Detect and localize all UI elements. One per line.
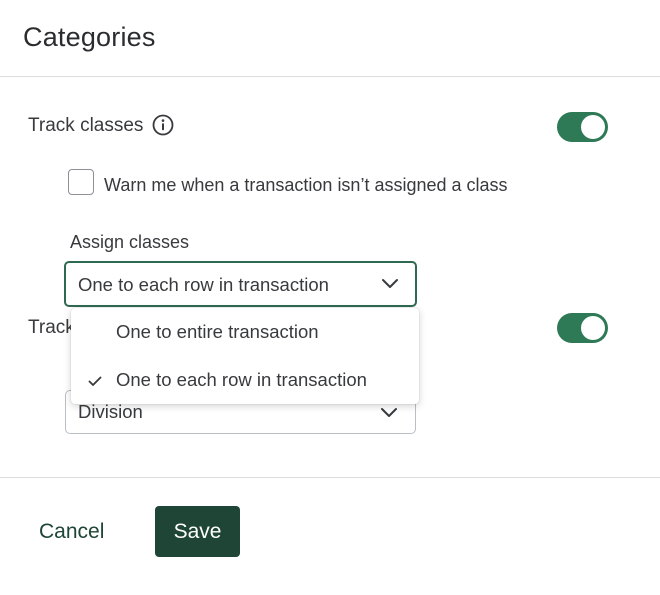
menu-option-entire-transaction[interactable]: One to entire transaction: [71, 308, 419, 354]
menu-option-label: One to entire transaction: [116, 321, 319, 342]
menu-option-label: One to each row in transaction: [116, 369, 367, 390]
assign-classes-label: Assign classes: [70, 232, 190, 252]
footer-divider: [0, 477, 660, 478]
track-classes-label: Track classes: [28, 115, 144, 136]
menu-option-each-row[interactable]: One to each row in transaction: [71, 356, 419, 402]
assign-classes-menu: One to entire transaction One to each ro…: [71, 308, 419, 404]
track-locations-toggle[interactable]: [557, 313, 608, 343]
checkmark-icon: [88, 374, 102, 386]
cancel-button[interactable]: Cancel: [39, 518, 104, 546]
toggle-knob: [581, 115, 605, 139]
warn-unassigned-class-checkbox[interactable]: [68, 169, 94, 195]
save-button[interactable]: Save: [155, 506, 240, 557]
categories-dialog: Categories Track classes Warn me when a …: [0, 0, 660, 595]
chevron-down-icon: [380, 406, 398, 418]
track-classes-toggle[interactable]: [557, 112, 608, 142]
warn-unassigned-class-label: Warn me when a transaction isn’t assigne…: [104, 175, 508, 195]
chevron-down-icon: [381, 277, 399, 289]
assign-classes-select-value: One to each row in transaction: [78, 274, 329, 295]
info-icon[interactable]: [152, 114, 174, 136]
dialog-title: Categories: [23, 22, 156, 52]
toggle-knob: [581, 316, 605, 340]
assign-classes-select[interactable]: One to each row in transaction: [64, 261, 417, 307]
track-locations-label: Track: [28, 317, 75, 338]
header-divider: [0, 76, 660, 77]
